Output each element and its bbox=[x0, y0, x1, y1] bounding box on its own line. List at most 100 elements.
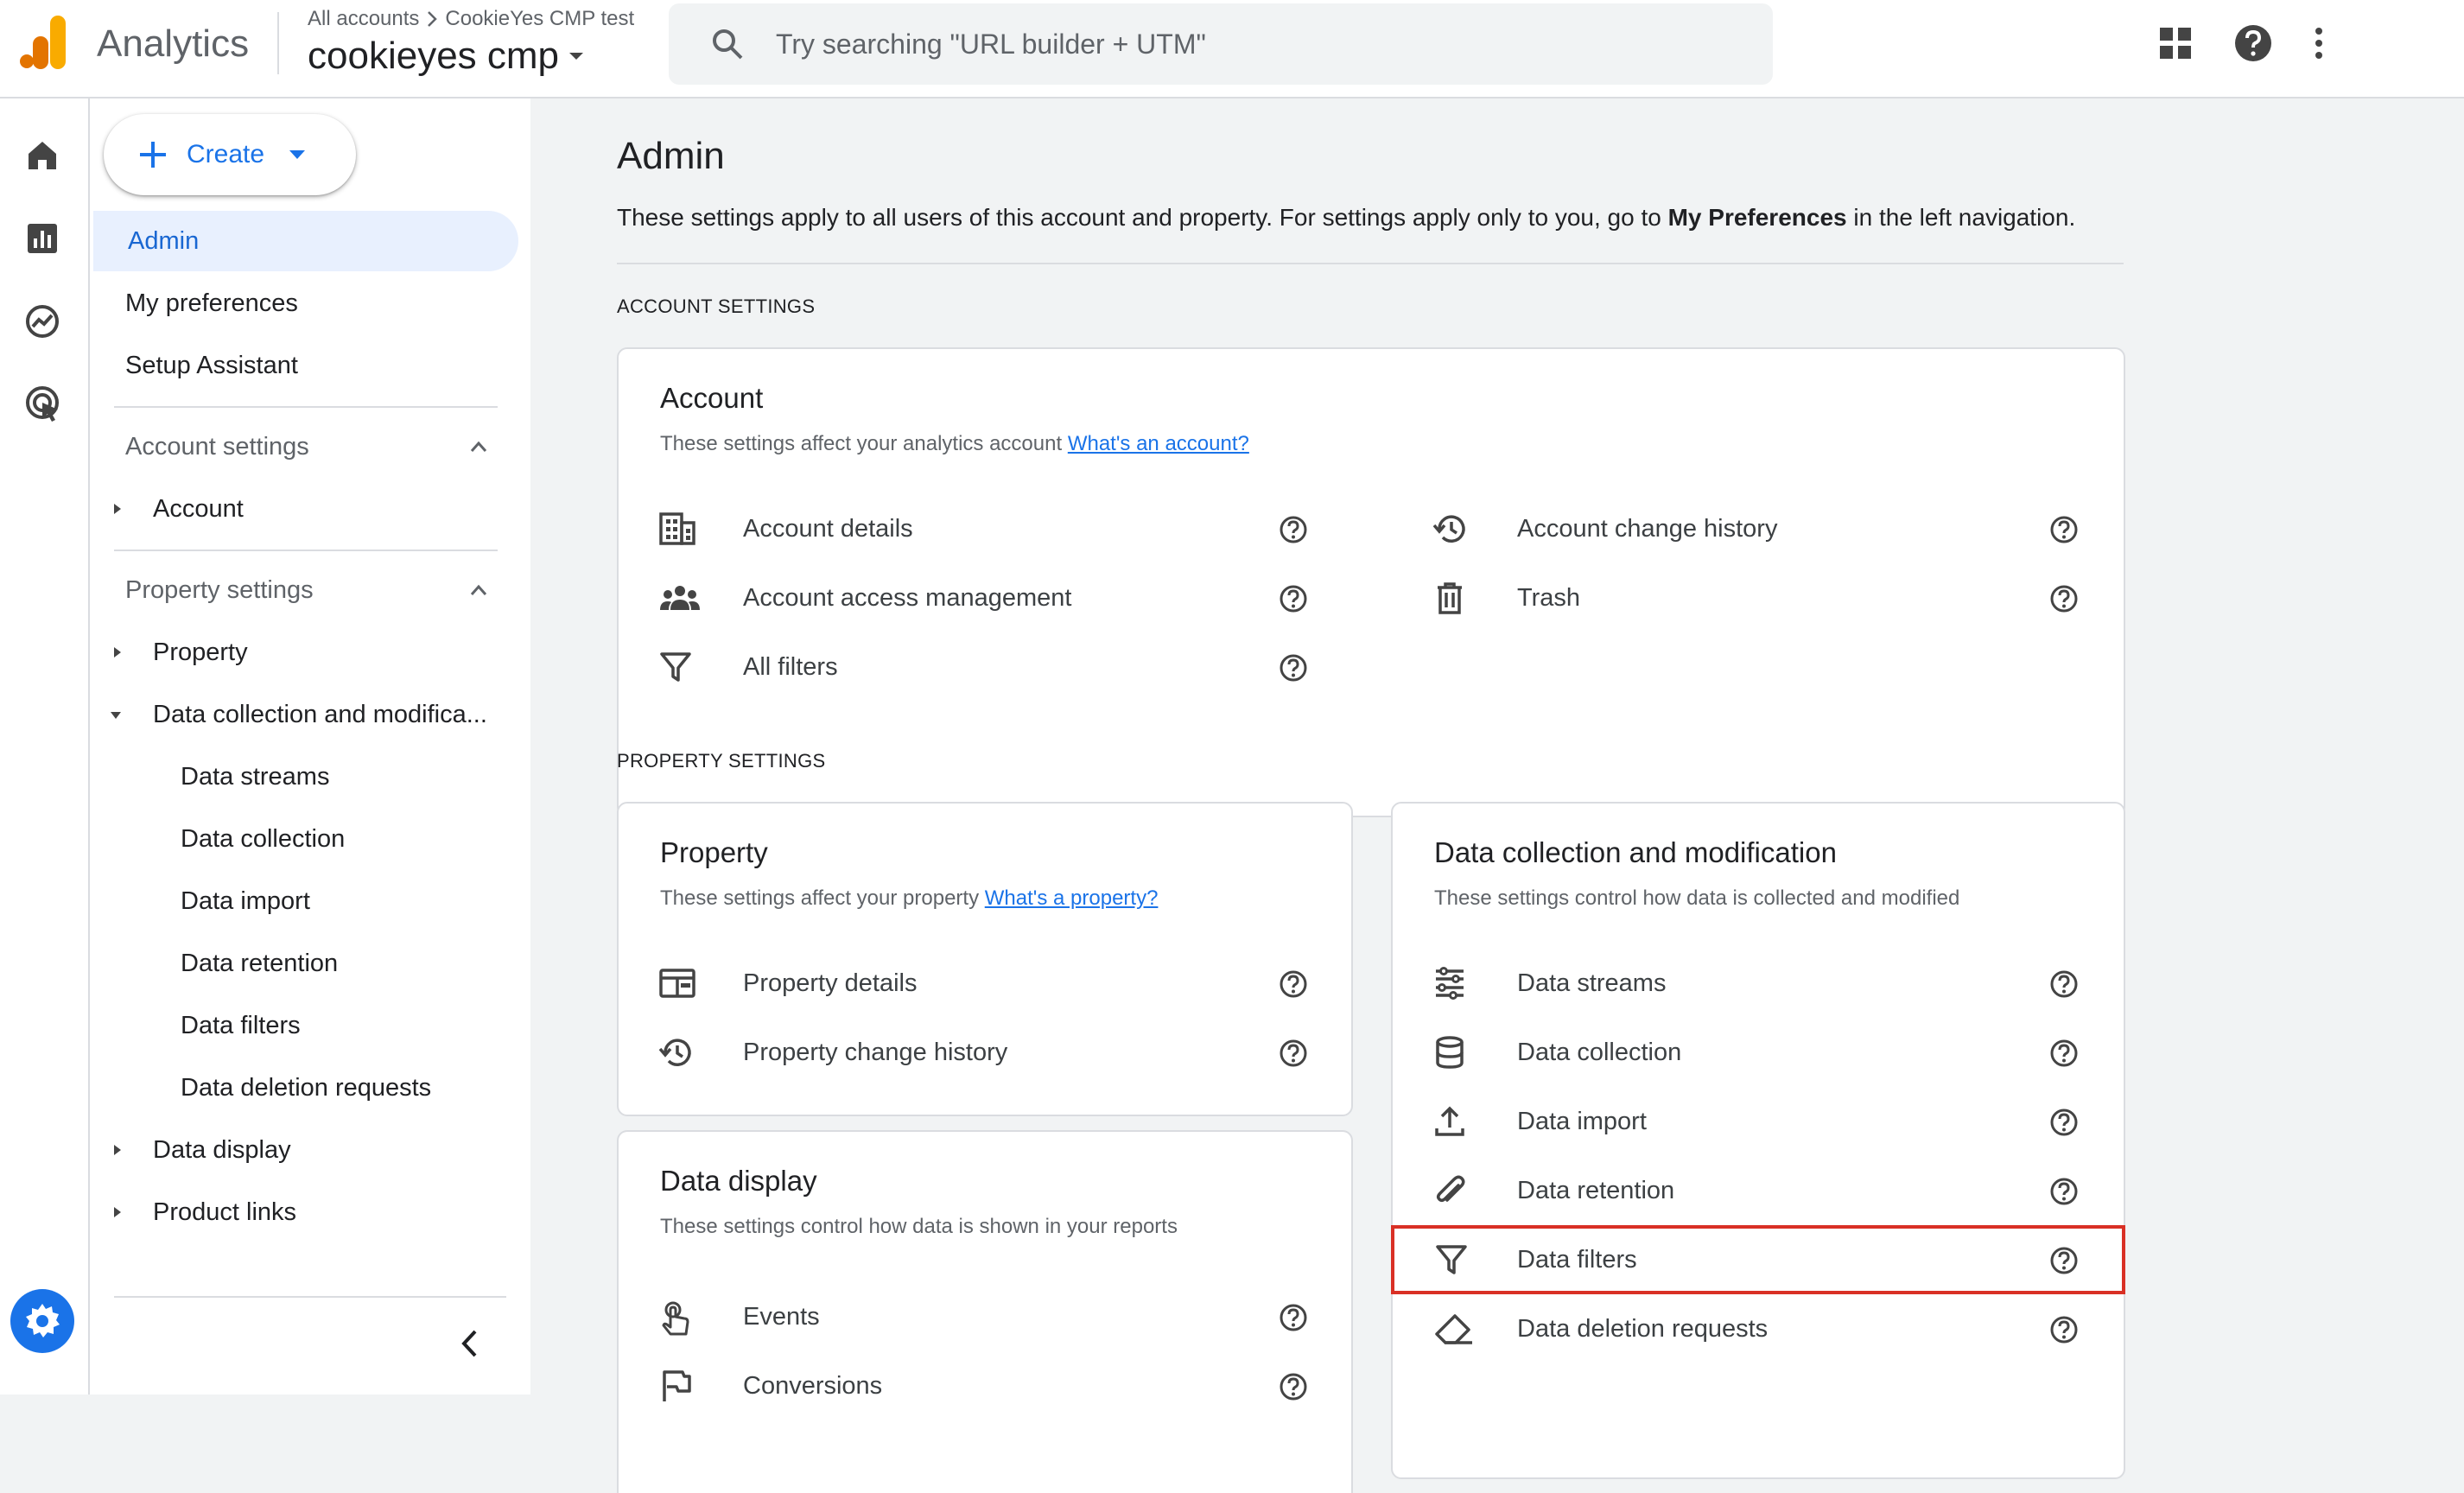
help-circle-icon[interactable] bbox=[1279, 584, 1308, 613]
nav-item-label: Data deletion requests bbox=[181, 1073, 432, 1102]
description-text: These settings apply to all users of thi… bbox=[617, 204, 1668, 231]
nav-item-label: Property bbox=[153, 638, 248, 666]
top-bar: Analytics All accounts CookieYes CMP tes… bbox=[0, 0, 2464, 98]
my-preferences-bold: My Preferences bbox=[1667, 204, 1847, 231]
row-data-streams[interactable]: Data streams bbox=[1393, 949, 2124, 1018]
page-title: Admin bbox=[617, 135, 725, 177]
property-selector[interactable]: cookieyes cmp bbox=[308, 35, 585, 78]
apps-grid-icon[interactable] bbox=[2156, 24, 2194, 62]
nav-subitem-data-filters[interactable]: Data filters bbox=[90, 995, 301, 1056]
help-circle-icon[interactable] bbox=[1279, 1372, 1308, 1401]
nav-item-label: My preferences bbox=[125, 289, 298, 317]
card-subtitle: These settings control how data is shown… bbox=[660, 1215, 1178, 1238]
data-display-card: Data display These settings control how … bbox=[617, 1130, 1353, 1493]
row-data-collection[interactable]: Data collection bbox=[1393, 1018, 2124, 1087]
nav-divider bbox=[114, 550, 498, 551]
subtitle-text: These settings affect your analytics acc… bbox=[660, 432, 1068, 455]
help-icon[interactable] bbox=[2232, 22, 2274, 64]
nav-subitem-data-collection[interactable]: Data collection bbox=[90, 809, 345, 869]
row-all-filters[interactable]: All filters bbox=[619, 632, 1365, 702]
divider bbox=[617, 263, 2124, 264]
expand-arrow-icon bbox=[112, 1143, 123, 1157]
row-label: Data filters bbox=[1517, 1245, 1637, 1274]
row-events[interactable]: Events bbox=[619, 1282, 1351, 1351]
nav-item-label: Data filters bbox=[181, 1011, 301, 1039]
nav-item-setup-assistant[interactable]: Setup Assistant bbox=[90, 335, 298, 396]
create-button[interactable]: Create bbox=[104, 114, 356, 195]
data-streams-icon bbox=[1432, 966, 1467, 1001]
more-vert-icon[interactable] bbox=[2312, 24, 2326, 62]
help-circle-icon[interactable] bbox=[1279, 1303, 1308, 1332]
nav-item-property[interactable]: Property bbox=[90, 622, 248, 683]
breadcrumb-account[interactable]: CookieYes CMP test bbox=[445, 7, 634, 31]
row-label: Data streams bbox=[1517, 969, 1667, 997]
nav-item-label: Setup Assistant bbox=[125, 351, 298, 379]
whats-an-account-link[interactable]: What's an account? bbox=[1068, 432, 1249, 455]
card-title: Property bbox=[660, 836, 768, 868]
help-circle-icon[interactable] bbox=[2049, 969, 2079, 999]
reports-icon[interactable] bbox=[23, 219, 61, 257]
filter-icon bbox=[1434, 1242, 1469, 1277]
help-circle-icon[interactable] bbox=[1279, 1039, 1308, 1068]
paperclip-icon bbox=[1432, 1173, 1467, 1208]
nav-item-label: Admin bbox=[128, 226, 200, 255]
row-account-change-history[interactable]: Account change history bbox=[1393, 494, 2127, 563]
analytics-logo-icon[interactable] bbox=[19, 16, 69, 71]
nav-section-account-settings[interactable]: Account settings bbox=[90, 416, 505, 477]
advertising-icon[interactable] bbox=[23, 384, 65, 425]
row-label: Account details bbox=[743, 514, 913, 543]
row-label: Conversions bbox=[743, 1371, 883, 1400]
nav-item-my-preferences[interactable]: My preferences bbox=[90, 273, 298, 334]
help-circle-icon[interactable] bbox=[1279, 653, 1308, 683]
nav-section-property-settings[interactable]: Property settings bbox=[90, 560, 505, 620]
nav-item-data-display[interactable]: Data display bbox=[90, 1120, 291, 1180]
row-trash[interactable]: Trash bbox=[1393, 563, 2127, 632]
breadcrumb-all-accounts[interactable]: All accounts bbox=[308, 7, 419, 31]
nav-item-data-collection-modification[interactable]: Data collection and modifica... bbox=[90, 684, 487, 745]
search-input[interactable] bbox=[776, 28, 1640, 60]
help-circle-icon[interactable] bbox=[2049, 1039, 2079, 1068]
help-circle-icon[interactable] bbox=[1279, 515, 1308, 544]
admin-gear-icon[interactable] bbox=[10, 1289, 74, 1353]
help-circle-icon[interactable] bbox=[2049, 584, 2079, 613]
search-bar[interactable] bbox=[669, 3, 1773, 85]
row-data-deletion-requests[interactable]: Data deletion requests bbox=[1393, 1294, 2124, 1363]
nav-item-account[interactable]: Account bbox=[90, 479, 244, 539]
filter-icon bbox=[658, 650, 693, 684]
row-data-import[interactable]: Data import bbox=[1393, 1087, 2124, 1156]
row-property-change-history[interactable]: Property change history bbox=[619, 1018, 1351, 1087]
icon-rail bbox=[0, 98, 90, 1395]
nav-item-product-links[interactable]: Product links bbox=[90, 1182, 296, 1242]
help-circle-icon[interactable] bbox=[2049, 1315, 2079, 1344]
app-name: Analytics bbox=[97, 22, 250, 65]
row-property-details[interactable]: Property details bbox=[619, 949, 1351, 1018]
help-circle-icon[interactable] bbox=[2049, 1177, 2079, 1206]
row-account-details[interactable]: Account details bbox=[619, 494, 1365, 563]
nav-item-label: Data retention bbox=[181, 949, 339, 977]
trash-icon bbox=[1432, 581, 1467, 615]
collapse-arrow-icon bbox=[109, 710, 123, 721]
help-circle-icon[interactable] bbox=[2049, 515, 2079, 544]
row-label: Data import bbox=[1517, 1107, 1647, 1135]
main-content: Admin These settings apply to all users … bbox=[530, 98, 2464, 1493]
nav-subitem-data-streams[interactable]: Data streams bbox=[90, 746, 329, 807]
row-conversions[interactable]: Conversions bbox=[619, 1351, 1351, 1420]
divider bbox=[277, 12, 279, 74]
nav-subitem-data-retention[interactable]: Data retention bbox=[90, 933, 338, 994]
nav-subitem-data-import[interactable]: Data import bbox=[90, 871, 310, 931]
row-account-access-management[interactable]: Account access management bbox=[619, 563, 1365, 632]
row-data-filters[interactable]: Data filters bbox=[1391, 1225, 2125, 1294]
explore-icon[interactable] bbox=[23, 302, 61, 340]
whats-a-property-link[interactable]: What's a property? bbox=[985, 886, 1159, 910]
nav-subitem-data-deletion-requests[interactable]: Data deletion requests bbox=[90, 1058, 431, 1118]
row-data-retention[interactable]: Data retention bbox=[1393, 1156, 2124, 1225]
help-circle-icon[interactable] bbox=[2049, 1246, 2079, 1275]
help-circle-icon[interactable] bbox=[2049, 1108, 2079, 1137]
breadcrumb[interactable]: All accounts CookieYes CMP test bbox=[308, 7, 634, 31]
property-details-icon bbox=[658, 966, 696, 1001]
home-icon[interactable] bbox=[23, 137, 61, 175]
nav-item-admin[interactable]: Admin bbox=[93, 211, 518, 271]
help-circle-icon[interactable] bbox=[1279, 969, 1308, 999]
subtitle-text: These settings affect your property bbox=[660, 886, 985, 910]
collapse-nav-icon[interactable] bbox=[460, 1329, 479, 1358]
